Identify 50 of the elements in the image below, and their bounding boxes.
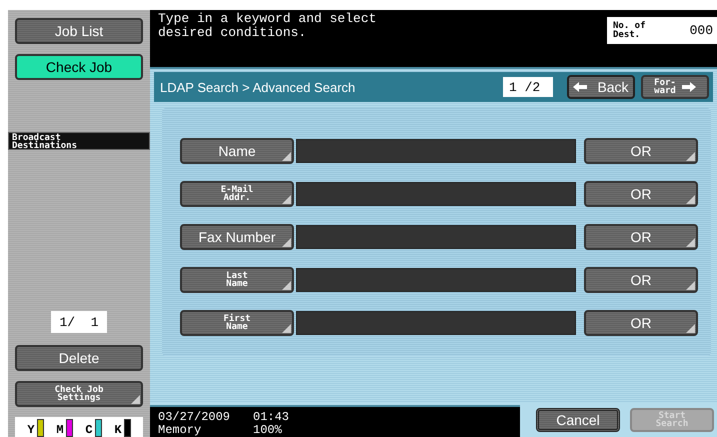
field-name-button[interactable]: Last Name <box>180 267 294 293</box>
section-label: Broadcast Destinations <box>8 132 150 150</box>
toner-label: Y <box>27 423 35 437</box>
corner-triangle-icon <box>686 281 695 290</box>
check-job-button[interactable]: Check Job <box>15 54 143 80</box>
keyword-input-field[interactable] <box>296 182 576 206</box>
corner-triangle-icon <box>686 324 695 333</box>
cancel-button[interactable]: Cancel <box>536 408 620 432</box>
page-counter: 1/ 1 <box>51 311 107 333</box>
keyword-input-field[interactable] <box>296 311 576 335</box>
field-name-button[interactable]: First Name <box>180 310 294 336</box>
condition-button[interactable]: OR <box>584 224 698 250</box>
corner-triangle-icon <box>686 238 695 247</box>
job-list-button[interactable]: Job List <box>15 18 143 44</box>
forward-button[interactable]: For- ward <box>641 75 709 99</box>
corner-triangle-icon <box>282 152 291 161</box>
corner-triangle-icon <box>686 152 695 161</box>
condition-button[interactable]: OR <box>584 181 698 207</box>
panel-title: LDAP Search > Advanced Search <box>160 80 356 94</box>
delete-button[interactable]: Delete <box>15 345 143 371</box>
destination-count: 000 <box>690 23 713 38</box>
left-arrow-icon <box>573 82 588 92</box>
keyword-input-field[interactable] <box>296 268 576 292</box>
keyword-input-field[interactable] <box>296 225 576 249</box>
field-name-button[interactable]: Name <box>180 138 294 164</box>
condition-button[interactable]: OR <box>584 267 698 293</box>
toner-label: C <box>85 423 93 437</box>
time-text: 01:43 <box>253 411 290 424</box>
corner-triangle-icon <box>686 195 695 204</box>
corner-triangle-icon <box>131 395 140 404</box>
check-job-settings-button[interactable]: Check Job Settings <box>15 381 143 407</box>
corner-triangle-icon <box>282 195 291 204</box>
right-arrow-icon <box>682 82 696 92</box>
destination-label: No. of Dest. <box>613 22 646 39</box>
back-button[interactable]: Back <box>567 75 635 99</box>
instruction-text: Type in a keyword and select desired conditions. <box>158 12 376 40</box>
condition-button[interactable]: OR <box>584 310 698 336</box>
memory-value: 100% <box>253 424 283 437</box>
date-text: 03/27/2009 <box>158 411 232 424</box>
field-name-button[interactable]: E-Mail Addr. <box>180 181 294 207</box>
keyword-input-field[interactable] <box>296 139 576 163</box>
corner-triangle-icon <box>282 238 291 247</box>
memory-label: Memory <box>158 424 202 437</box>
corner-triangle-icon <box>282 281 291 290</box>
toner-label: M <box>56 423 64 437</box>
condition-button[interactable]: OR <box>584 138 698 164</box>
field-name-button[interactable]: Fax Number <box>180 224 294 250</box>
corner-triangle-icon <box>282 324 291 333</box>
toner-label: K <box>114 423 122 437</box>
page-indicator: 1 /2 <box>503 77 553 97</box>
